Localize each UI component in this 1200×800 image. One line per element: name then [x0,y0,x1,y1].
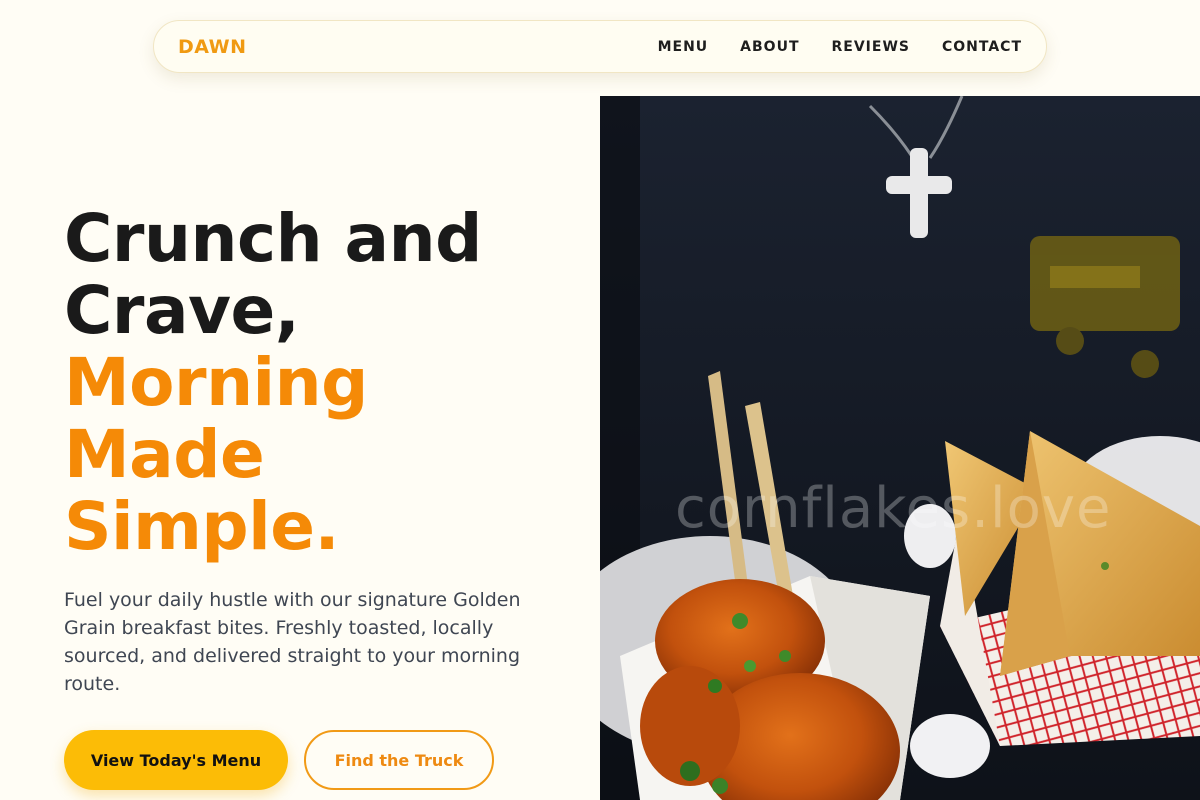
nav-links: MENU ABOUT REVIEWS CONTACT [658,39,1022,55]
hero-headline: Crunch and Crave, Morning Made Simple. [64,203,584,563]
find-truck-button[interactable]: Find the Truck [304,730,494,790]
view-menu-button[interactable]: View Today's Menu [64,730,288,790]
headline-line-2: Crave, [64,272,300,349]
headline-accent-1: Morning [64,344,368,421]
headline-accent-3: Simple. [64,488,340,565]
food-photo-illustration [600,96,1200,800]
hero-food-photo [600,96,1200,800]
nav-link-menu[interactable]: MENU [658,39,709,55]
headline-line-1: Crunch and [64,200,482,277]
headline-accent-2: Made [64,416,265,493]
top-nav: DAWN MENU ABOUT REVIEWS CONTACT [153,20,1047,73]
nav-link-reviews[interactable]: REVIEWS [832,39,910,55]
nav-link-about[interactable]: ABOUT [740,39,799,55]
nav-link-contact[interactable]: CONTACT [942,39,1022,55]
brand-logo[interactable]: DAWN [178,36,246,58]
hero-lead-text: Fuel your daily hustle with our signatur… [64,589,521,695]
